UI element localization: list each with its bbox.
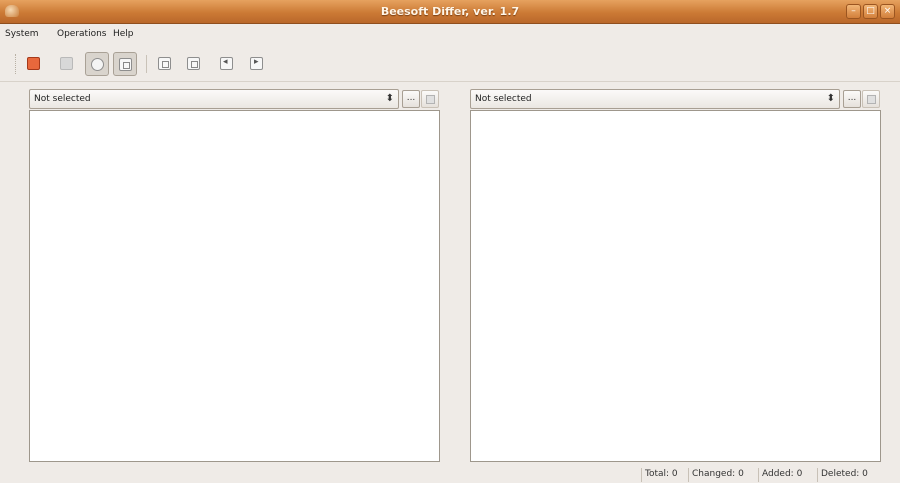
move-left-icon: ◂ bbox=[220, 57, 233, 70]
diff-mode-button[interactable] bbox=[85, 52, 109, 76]
move-right-button[interactable]: ▸ bbox=[245, 52, 269, 76]
move-left-button[interactable]: ◂ bbox=[215, 52, 239, 76]
right-panel: Not selected ⬍ ... bbox=[470, 89, 881, 462]
right-browse-button[interactable]: ... bbox=[843, 90, 861, 108]
toolbar-handle[interactable] bbox=[15, 54, 17, 74]
toolbar-separator bbox=[146, 55, 147, 73]
maximize-button[interactable]: □ bbox=[863, 4, 878, 19]
status-added: Added: 0 bbox=[758, 468, 805, 482]
minimize-button[interactable]: – bbox=[846, 4, 861, 19]
left-save-button[interactable] bbox=[421, 90, 439, 108]
left-document-button[interactable] bbox=[153, 52, 177, 76]
window-title: Beesoft Differ, ver. 1.7 bbox=[380, 5, 520, 18]
menu-system[interactable]: System bbox=[5, 29, 39, 39]
title-bar[interactable]: Beesoft Differ, ver. 1.7 – □ × bbox=[0, 0, 900, 24]
toolbar: ◂ ▸ bbox=[0, 46, 900, 82]
compare-view-button[interactable] bbox=[113, 52, 137, 76]
status-total: Total: 0 bbox=[641, 468, 681, 482]
left-content-area[interactable] bbox=[29, 110, 440, 462]
left-file-select-value: Not selected bbox=[34, 94, 91, 104]
right-save-button[interactable] bbox=[862, 90, 880, 108]
stop-button[interactable] bbox=[22, 52, 46, 76]
combo-arrows-icon: ⬍ bbox=[826, 93, 835, 104]
menu-help[interactable]: Help bbox=[113, 29, 134, 39]
left-document-icon bbox=[158, 57, 171, 70]
save-button[interactable] bbox=[55, 52, 79, 76]
left-browse-button[interactable]: ... bbox=[402, 90, 420, 108]
right-file-select-value: Not selected bbox=[475, 94, 532, 104]
status-deleted: Deleted: 0 bbox=[817, 468, 871, 482]
save-icon bbox=[426, 95, 435, 104]
left-panel: Not selected ⬍ ... bbox=[29, 89, 440, 462]
status-bar: Total: 0 Changed: 0 Added: 0 Deleted: 0 bbox=[0, 466, 900, 483]
save-icon bbox=[867, 95, 876, 104]
menu-bar: System Operations Help bbox=[0, 25, 900, 44]
save-icon bbox=[60, 57, 73, 70]
combo-arrows-icon: ⬍ bbox=[385, 93, 394, 104]
close-button[interactable]: × bbox=[880, 4, 895, 19]
right-document-button[interactable] bbox=[182, 52, 206, 76]
diff-mode-icon bbox=[91, 58, 104, 71]
menu-operations[interactable]: Operations bbox=[57, 29, 106, 39]
stop-icon bbox=[27, 57, 40, 70]
right-content-area[interactable] bbox=[470, 110, 881, 462]
right-file-select[interactable]: Not selected ⬍ bbox=[470, 89, 840, 109]
compare-view-icon bbox=[119, 58, 132, 71]
right-document-icon bbox=[187, 57, 200, 70]
move-right-icon: ▸ bbox=[250, 57, 263, 70]
status-changed: Changed: 0 bbox=[688, 468, 747, 482]
left-file-select[interactable]: Not selected ⬍ bbox=[29, 89, 399, 109]
